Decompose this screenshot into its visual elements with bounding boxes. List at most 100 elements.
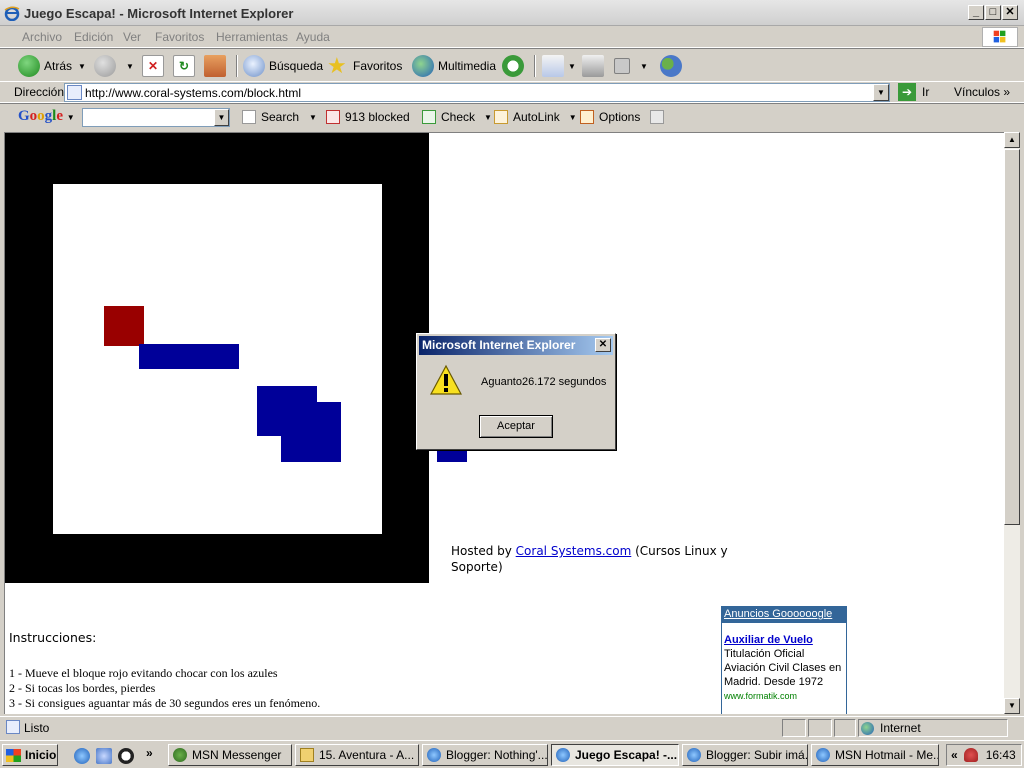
taskbar: Inicio » MSN Messenger 15. Aventura - A.…	[0, 740, 1024, 768]
spell-check-button[interactable]: Check ▼	[422, 110, 492, 124]
instruction-item: 1 - Mueve el bloque rojo evitando chocar…	[9, 666, 278, 680]
google-search-dropdown[interactable]: ▼	[214, 109, 229, 126]
print-button[interactable]	[582, 54, 608, 78]
warning-icon	[430, 364, 462, 395]
google-options-button[interactable]: Options	[580, 110, 640, 124]
internet-zone-icon	[861, 721, 874, 735]
address-input[interactable]: http://www.coral-systems.com/block.html …	[64, 83, 890, 102]
search-button[interactable]: Búsqueda	[243, 54, 323, 78]
google-logo[interactable]: Google ▼	[18, 108, 75, 125]
mail-button[interactable]: ▼	[542, 54, 576, 78]
scroll-thumb[interactable]	[1004, 149, 1020, 525]
task-blogger-subir[interactable]: Blogger: Subir imá...	[682, 744, 808, 766]
chevron-down-icon: ▼	[309, 112, 317, 122]
menu-bar: Archivo Edición Ver Favoritos Herramient…	[0, 26, 1024, 48]
forward-button[interactable]: ▼	[94, 54, 134, 78]
edit-button[interactable]: ▼	[614, 54, 648, 78]
toolbar-separator	[534, 55, 536, 77]
page-status-icon	[6, 720, 20, 734]
windows-flag-icon	[6, 748, 21, 762]
history-button[interactable]	[502, 54, 528, 78]
instruction-item: 3 - Si consigues aguantar más de 30 segu…	[9, 696, 321, 710]
quicklaunch-more-icon[interactable]: »	[146, 746, 153, 760]
user-status-icon[interactable]	[963, 748, 978, 762]
popup-blocker-button[interactable]: 913 blocked	[326, 110, 410, 124]
task-juego-escapa[interactable]: Juego Escapa! -...	[551, 744, 679, 766]
spellcheck-icon	[422, 110, 436, 124]
messenger-people-icon	[660, 55, 682, 77]
ad-description: Titulación Oficial Aviación Civil Clases…	[724, 648, 842, 688]
ie-page-icon	[556, 748, 570, 762]
status-cell	[808, 719, 832, 737]
menu-favoritos[interactable]: Favoritos	[155, 30, 204, 44]
stop-button[interactable]: ✕	[142, 54, 168, 78]
ad-title-link[interactable]: Auxiliar de Vuelo	[724, 634, 844, 646]
links-button[interactable]: Vínculos »	[954, 85, 1010, 99]
go-button[interactable]: ➔ Ir	[898, 83, 929, 101]
task-blogger-nothing[interactable]: Blogger: Nothing'...	[422, 744, 548, 766]
quicklaunch-ie-icon[interactable]	[74, 748, 90, 764]
start-button[interactable]: Inicio	[2, 744, 58, 766]
address-dropdown-button[interactable]: ▼	[873, 84, 889, 101]
ie-logo-icon	[4, 6, 20, 21]
media-button[interactable]: Multimedia	[412, 54, 496, 78]
scroll-down-button[interactable]: ▼	[1004, 698, 1020, 714]
address-label: Dirección	[14, 85, 65, 99]
task-msn-messenger[interactable]: MSN Messenger	[168, 744, 292, 766]
highlighter-button[interactable]	[650, 110, 669, 124]
task-msn-hotmail[interactable]: MSN Hotmail - Me...	[811, 744, 939, 766]
ad-url[interactable]: www.formatik.com	[724, 691, 844, 701]
address-bar: Dirección http://www.coral-systems.com/b…	[0, 82, 1024, 103]
red-player-block[interactable]	[104, 306, 144, 346]
menu-archivo[interactable]: Archivo	[22, 30, 62, 44]
document-icon	[300, 748, 314, 762]
menu-herramientas[interactable]: Herramientas	[216, 30, 288, 44]
chevron-down-icon: ▼	[126, 61, 134, 71]
minimize-button[interactable]: _	[968, 5, 984, 20]
maximize-button[interactable]: □	[985, 5, 1001, 20]
google-ad-box: Anuncios Goooooogle Auxiliar de Vuelo Ti…	[721, 606, 847, 714]
menu-ver[interactable]: Ver	[123, 30, 141, 44]
close-window-button[interactable]: ✕	[1002, 5, 1018, 20]
alert-dialog: Microsoft Internet Explorer ✕ Aguanto26.…	[416, 333, 616, 450]
scroll-up-button[interactable]: ▲	[1004, 132, 1020, 148]
security-zone: Internet	[858, 719, 1008, 737]
coral-systems-link[interactable]: Coral Systems.com	[516, 544, 632, 558]
autolink-button[interactable]: AutoLink ▼	[494, 110, 577, 124]
vertical-scrollbar[interactable]: ▲ ▼	[1004, 132, 1020, 714]
menu-ayuda[interactable]: Ayuda	[296, 30, 330, 44]
google-search-button[interactable]: Search ▼	[242, 110, 317, 124]
blue-block	[281, 402, 341, 462]
menu-edicion[interactable]: Edición	[74, 30, 113, 44]
edit-page-icon	[614, 58, 630, 74]
hosted-by-text: Hosted by Coral Systems.com (Cursos Linu…	[451, 544, 728, 574]
blue-block	[437, 449, 467, 462]
back-button[interactable]: Atrás ▼	[18, 54, 86, 78]
page-icon	[67, 85, 82, 100]
pencil-icon	[650, 110, 664, 124]
status-text: Listo	[24, 721, 50, 735]
stop-icon: ✕	[142, 55, 164, 77]
task-aventura[interactable]: 15. Aventura - A...	[295, 744, 419, 766]
google-search-input[interactable]: ▼	[82, 108, 230, 127]
messenger-button[interactable]	[660, 54, 686, 78]
tray-expand-icon[interactable]: «	[951, 748, 958, 762]
instruction-item: 2 - Si tocas los bordes, pierdes	[9, 681, 156, 695]
dialog-close-button[interactable]: ✕	[595, 338, 611, 352]
quicklaunch-panda-icon[interactable]	[118, 748, 134, 764]
google-g-icon	[242, 110, 256, 124]
standard-toolbar: Atrás ▼ ▼ ✕ ↻ Búsqueda ★ Favoritos Multi…	[0, 48, 1024, 82]
dialog-ok-button[interactable]: Aceptar	[479, 415, 553, 438]
title-bar: Juego Escapa! - Microsoft Internet Explo…	[0, 0, 1024, 26]
instructions-heading: Instrucciones:	[9, 630, 97, 645]
home-button[interactable]	[204, 54, 230, 78]
refresh-button[interactable]: ↻	[173, 54, 199, 78]
chevron-down-icon: ▼	[640, 61, 648, 71]
forward-arrow-icon	[94, 55, 116, 77]
favorites-button[interactable]: ★ Favoritos	[327, 54, 402, 78]
ad-header[interactable]: Anuncios Goooooogle	[722, 607, 846, 623]
ie-page-icon	[427, 748, 441, 762]
chevron-down-icon: ▼	[78, 61, 86, 71]
address-url[interactable]: http://www.coral-systems.com/block.html	[85, 86, 301, 100]
quicklaunch-desktop-icon[interactable]	[96, 748, 112, 764]
